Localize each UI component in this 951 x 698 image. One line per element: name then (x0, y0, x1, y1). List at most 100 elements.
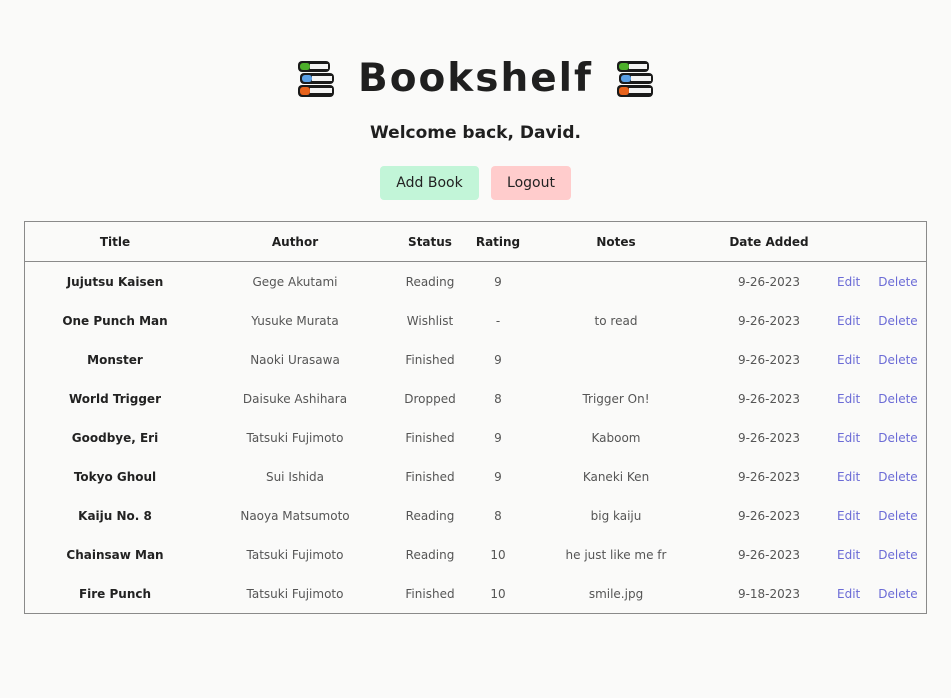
delete-link[interactable]: Delete (878, 587, 917, 601)
row-actions: Edit Delete (827, 379, 926, 418)
book-rating: 9 (494, 430, 502, 445)
table-row: World Trigger Daisuke Ashihara Dropped 8 Tri… (25, 379, 926, 418)
book-title: Kaiju No. 8 (78, 508, 152, 523)
book-title: Fire Punch (78, 586, 152, 601)
edit-link[interactable]: Edit (837, 314, 860, 328)
book-rating: 10 (490, 547, 506, 562)
edit-link[interactable]: Edit (837, 431, 860, 445)
edit-link[interactable]: Edit (837, 275, 860, 289)
table-row: Tokyo Ghoul Sui Ishida Finished 9 Kaneki Ken… (25, 457, 926, 496)
page-header: Bookshelf (0, 56, 951, 101)
book-date-added: 9-26-2023 (737, 547, 801, 562)
book-rating: 9 (494, 352, 502, 367)
book-date-added: 9-26-2023 (737, 469, 801, 484)
delete-link[interactable]: Delete (878, 392, 917, 406)
column-header-notes: Notes (521, 222, 711, 262)
book-status: Dropped (404, 391, 456, 406)
book-rating: 8 (494, 391, 502, 406)
edit-link[interactable]: Edit (837, 548, 860, 562)
table-row: Kaiju No. 8 Naoya Matsumoto Reading 8 big ka… (25, 496, 926, 535)
logout-button[interactable]: Logout (491, 166, 571, 200)
table-row: Monster Naoki Urasawa Finished 9 9-26-2023 Ed… (25, 340, 926, 379)
book-rating: - (495, 313, 501, 328)
column-header-title: Title (25, 222, 205, 262)
book-status: Reading (405, 547, 455, 562)
table-row: Jujutsu Kaisen Gege Akutami Reading 9 9-26-2… (25, 262, 926, 302)
book-author: Naoki Urasawa (250, 352, 340, 367)
book-date-added: 9-26-2023 (737, 274, 801, 289)
book-rating: 10 (490, 586, 506, 601)
book-author: Tatsuki Fujimoto (246, 586, 344, 601)
row-actions: Edit Delete (827, 574, 926, 613)
delete-link[interactable]: Delete (878, 431, 917, 445)
add-book-button[interactable]: Add Book (380, 166, 479, 200)
book-date-added: 9-26-2023 (737, 352, 801, 367)
row-actions: Edit Delete (827, 262, 926, 302)
edit-link[interactable]: Edit (837, 587, 860, 601)
book-notes: to read (594, 313, 638, 328)
book-status: Finished (405, 586, 455, 601)
edit-link[interactable]: Edit (837, 392, 860, 406)
row-actions: Edit Delete (827, 535, 926, 574)
book-status: Wishlist (406, 313, 454, 328)
row-actions: Edit Delete (827, 301, 926, 340)
book-rating: 9 (494, 469, 502, 484)
edit-link[interactable]: Edit (837, 509, 860, 523)
book-status: Finished (405, 430, 455, 445)
book-author: Yusuke Murata (251, 313, 339, 328)
table-row: One Punch Man Yusuke Murata Wishlist - to re… (25, 301, 926, 340)
books-table: Title Author Status Rating Notes Date Ad… (24, 221, 927, 614)
book-date-added: 9-18-2023 (737, 586, 801, 601)
delete-link[interactable]: Delete (878, 353, 917, 367)
delete-link[interactable]: Delete (878, 509, 917, 523)
book-title: One Punch Man (62, 313, 168, 328)
book-date-added: 9-26-2023 (737, 391, 801, 406)
delete-link[interactable]: Delete (878, 275, 917, 289)
book-status: Finished (405, 469, 455, 484)
book-title: Tokyo Ghoul (73, 469, 157, 484)
books-icon (297, 60, 334, 97)
welcome-message: Welcome back, David. (370, 123, 581, 143)
book-notes: Trigger On! (582, 391, 650, 406)
book-notes (521, 340, 711, 379)
book-notes: big kaiju (590, 508, 642, 523)
book-rating: 8 (494, 508, 502, 523)
column-header-author: Author (205, 222, 385, 262)
book-author: Naoya Matsumoto (240, 508, 350, 523)
book-title: Goodbye, Eri (71, 430, 159, 445)
row-actions: Edit Delete (827, 340, 926, 379)
column-header-status: Status (385, 222, 475, 262)
book-status: Finished (405, 352, 455, 367)
column-header-actions (827, 222, 926, 262)
book-notes: Kaneki Ken (582, 469, 650, 484)
book-date-added: 9-26-2023 (737, 313, 801, 328)
book-rating: 9 (494, 274, 502, 289)
row-actions: Edit Delete (827, 496, 926, 535)
delete-link[interactable]: Delete (878, 314, 917, 328)
books-icon (617, 60, 653, 97)
book-author: Daisuke Ashihara (242, 391, 348, 406)
book-date-added: 9-26-2023 (737, 508, 801, 523)
book-notes: smile.jpg (588, 586, 644, 601)
column-header-rating: Rating (475, 222, 521, 262)
table-header-row: Title Author Status Rating Notes Date Ad… (25, 222, 926, 262)
book-notes: he just like me fr (565, 547, 667, 562)
row-actions: Edit Delete (827, 418, 926, 457)
book-notes (521, 262, 711, 302)
book-status: Reading (405, 274, 455, 289)
column-header-date-added: Date Added (711, 222, 827, 262)
book-title: World Trigger (69, 391, 161, 406)
edit-link[interactable]: Edit (837, 353, 860, 367)
book-date-added: 9-26-2023 (737, 430, 801, 445)
action-bar: Add Book Logout (0, 166, 951, 200)
page-title: Bookshelf (357, 56, 593, 101)
table-row: Chainsaw Man Tatsuki Fujimoto Reading 10 he … (25, 535, 926, 574)
edit-link[interactable]: Edit (837, 470, 860, 484)
table-row: Fire Punch Tatsuki Fujimoto Finished 10 smil… (25, 574, 926, 613)
book-title: Chainsaw Man (66, 547, 164, 562)
delete-link[interactable]: Delete (878, 548, 917, 562)
delete-link[interactable]: Delete (878, 470, 917, 484)
book-author: Sui Ishida (265, 469, 325, 484)
book-status: Reading (405, 508, 455, 523)
table-row: Goodbye, Eri Tatsuki Fujimoto Finished 9 Kab… (25, 418, 926, 457)
